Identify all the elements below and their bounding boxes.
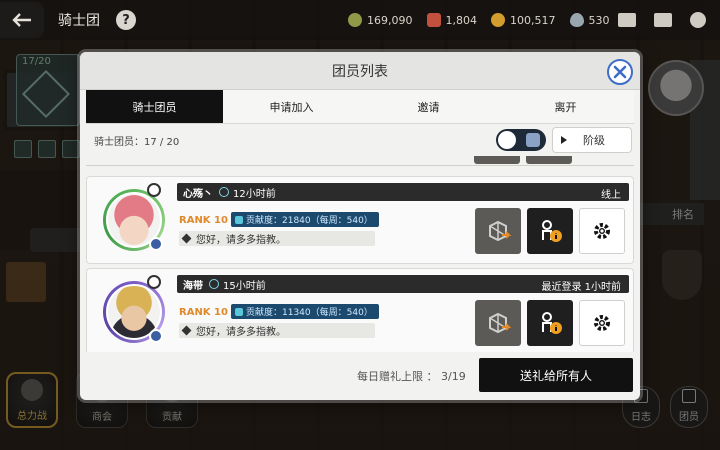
gold-coin-icon: [491, 13, 505, 27]
check-badge-icon: [149, 329, 163, 343]
profile-info-icon: [542, 220, 562, 242]
mail-icon[interactable]: [618, 13, 636, 27]
help-icon[interactable]: ?: [116, 10, 136, 30]
modal-footer: 每日赠礼上限 ： 3/19 送礼给所有人: [80, 352, 640, 400]
member-status: 线上: [601, 190, 621, 201]
greeting-bullet-icon: [181, 233, 192, 244]
currency-value: 1,804: [445, 13, 478, 27]
clover-badge-icon: [147, 275, 161, 289]
greeting-text: 您好，请多多指教。: [196, 327, 286, 338]
sort-dropdown[interactable]: 阶级: [552, 127, 632, 153]
member-list[interactable]: 心殇丶 12小时前 线上 RANK 10 贡献度：21840（每周：540） 您…: [86, 156, 634, 352]
sort-label: 阶级: [583, 134, 605, 147]
gift-icon: [489, 220, 511, 242]
member-row[interactable]: 海带 15小时前 最近登录 1小时前 RANK 10 贡献度：11340（每周：…: [86, 268, 634, 352]
member-status: 最近登录 1小时前: [541, 282, 621, 293]
profile-info-icon: [542, 312, 562, 334]
member-info-button[interactable]: [527, 300, 573, 346]
currency-mana[interactable]: 530: [569, 13, 610, 27]
gear-icon: [594, 223, 610, 239]
member-greeting: 您好，请多多指教。: [179, 323, 375, 338]
member-settings-button[interactable]: [579, 300, 625, 346]
toggle-knob: [498, 131, 516, 149]
tab-join-requests[interactable]: 申请加入: [223, 90, 360, 123]
modal-tabs: 骑士团员 申请加入 邀请 离开: [86, 90, 634, 124]
gear-icon: [594, 315, 610, 331]
clover-badge-icon: [147, 183, 161, 197]
back-button[interactable]: [0, 2, 44, 38]
member-contribution: 贡献度：21840（每周：540）: [231, 212, 379, 227]
member-name: 海带: [183, 280, 203, 292]
currency-value: 100,517: [510, 13, 556, 27]
top-icons: [618, 0, 706, 40]
member-settings-button[interactable]: [579, 208, 625, 254]
send-gift-button[interactable]: [475, 208, 521, 254]
member-name-bar: 海带 15小时前 最近登录 1小时前: [177, 275, 629, 293]
member-last-time: 12小时前: [233, 188, 276, 200]
filter-icon: [526, 133, 540, 147]
contribution-icon: [235, 215, 243, 224]
filter-toggle[interactable]: [496, 129, 546, 151]
currency-value: 530: [588, 13, 610, 27]
check-badge-icon: [149, 237, 163, 251]
member-last-time: 15小时前: [223, 280, 266, 292]
summary-bar: 骑士团员：17 / 20 阶级: [86, 124, 634, 156]
close-button[interactable]: [607, 59, 633, 85]
greeting-bullet-icon: [181, 325, 192, 336]
member-list-modal: 团员列表 骑士团员 申请加入 邀请 离开 骑士团员：17 / 20 阶级 心殇丶…: [80, 52, 640, 400]
tab-knight-members[interactable]: 骑士团员: [86, 90, 223, 123]
member-rank: RANK 10: [179, 215, 228, 226]
emblem-icon[interactable]: [690, 12, 706, 28]
member-name: 心殇丶: [183, 188, 213, 200]
mana-drop-icon: [569, 13, 584, 27]
tab-invite[interactable]: 邀请: [360, 90, 497, 123]
back-arrow-icon: [12, 13, 31, 27]
clock-icon: [219, 187, 229, 197]
member-name-bar: 心殇丶 12小时前 线上: [177, 183, 629, 201]
member-row[interactable]: 心殇丶 12小时前 线上 RANK 10 贡献度：21840（每周：540） 您…: [86, 176, 634, 264]
send-gift-to-all-button[interactable]: 送礼给所有人: [479, 358, 633, 392]
greeting-text: 您好，请多多指教。: [196, 235, 286, 246]
currency-medal[interactable]: 1,804: [426, 13, 478, 27]
contribution-icon: [235, 307, 243, 316]
modal-header: 团员列表: [80, 52, 640, 90]
member-count: 骑士团员：17 / 20: [94, 136, 180, 148]
medal-icon: [426, 13, 441, 27]
previous-row-edge: [86, 156, 634, 166]
gift-icon: [489, 312, 511, 334]
currency-grimoire[interactable]: 169,090: [348, 13, 413, 27]
daily-gift-limit: 每日赠礼上限 ： 3/19: [357, 370, 466, 383]
currency-gold[interactable]: 100,517: [491, 13, 556, 27]
top-bar: 骑士团 ? 169,090 1,804 100,517 530: [0, 0, 720, 40]
modal-title: 团员列表: [332, 63, 388, 80]
currency-bar: 169,090 1,804 100,517 530: [348, 0, 610, 40]
member-contribution: 贡献度：11340（每周：540）: [231, 304, 379, 319]
play-triangle-icon: [561, 136, 567, 144]
page-title: 骑士团: [58, 13, 100, 29]
member-rank: RANK 10: [179, 307, 228, 318]
close-icon: [613, 65, 627, 79]
grimoire-coin-icon: [348, 13, 362, 27]
chat-icon[interactable]: [654, 13, 672, 27]
member-info-button[interactable]: [527, 208, 573, 254]
member-greeting: 您好，请多多指教。: [179, 231, 375, 246]
clock-icon: [209, 279, 219, 289]
contribution-text: 贡献度：11340（每周：540）: [246, 308, 373, 318]
contribution-text: 贡献度：21840（每周：540）: [246, 216, 373, 226]
send-gift-button[interactable]: [475, 300, 521, 346]
currency-value: 169,090: [367, 13, 413, 27]
tab-leave[interactable]: 离开: [497, 90, 634, 123]
